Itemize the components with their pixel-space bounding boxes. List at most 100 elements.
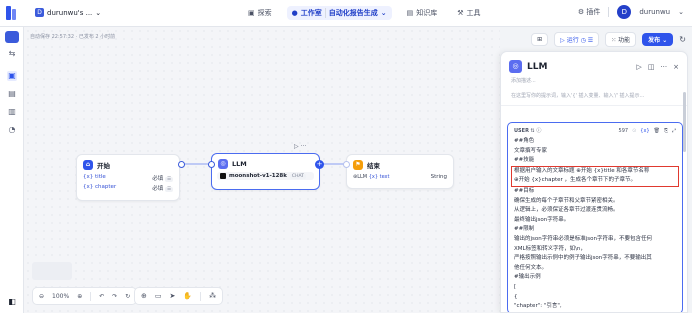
node-start[interactable]: ⌂ 开始 {x} title 必填 ☰ {x} chapter 必填 ☰ <box>76 154 180 201</box>
more-icon[interactable]: ··· <box>301 143 307 150</box>
chevron-down-icon: ⌄ <box>95 8 102 17</box>
nav-knowledge[interactable]: ▤ 知识库 <box>402 6 443 20</box>
node-actions[interactable]: ▷ ··· <box>294 143 306 150</box>
hand-icon[interactable]: ✋ <box>183 292 192 300</box>
tool-icon: ⚒ <box>457 9 464 17</box>
play-icon[interactable]: ▷ <box>294 143 299 150</box>
text-icon: ☰ <box>164 187 173 192</box>
user-prompt-editor[interactable]: USER ⇅ ⓘ 597 ⊙ {x} 🗑 ⎘ ⤢ ##角色 文章撰写专家 ##技… <box>507 122 683 312</box>
workspace-switcher[interactable]: D durunwu's ... ⌄ <box>35 8 101 17</box>
close-icon[interactable]: × <box>673 63 679 71</box>
moonshot-icon <box>220 173 226 179</box>
note-icon[interactable]: ▭ <box>155 292 162 300</box>
history-icon[interactable]: ↻ <box>679 35 686 44</box>
app-sidebar: ⇆ ▣ ▤ ▥ ◔ ◧ <box>0 27 24 313</box>
list-icon: ☰ <box>587 36 594 44</box>
model-selector[interactable]: moonshot-v1-128k CHAT <box>217 172 314 180</box>
panel-toggle-icon[interactable]: ◧ <box>7 297 17 307</box>
top-bar: D durunwu's ... ⌄ ▣ 探索 ● 工作室 自动化报告生成 ⌄ ▤ 知识库 … <box>0 0 692 27</box>
node-end[interactable]: ⚑ 结束 ⊛LLM {x} text String <box>346 154 454 189</box>
publish-button[interactable]: 发布 ⌄ <box>642 32 674 46</box>
expand-icon[interactable]: ⤢ <box>672 128 676 134</box>
end-output: ⊛LLM {x} text String <box>353 174 447 180</box>
text-icon: ☰ <box>164 177 173 182</box>
history-icon[interactable]: ↻ <box>125 293 130 300</box>
divider <box>324 8 326 18</box>
zoom-controls: ⊖ 100% ⊕ ↶ ↷ ↻ <box>32 287 138 305</box>
plugin-button[interactable]: ⚙ 插件 <box>578 7 601 17</box>
play-icon: ▷ <box>560 36 565 44</box>
llm-icon: ◎ <box>218 159 228 169</box>
grid-icon: ⊞ <box>537 35 543 43</box>
user-name[interactable]: durunwu <box>639 8 670 16</box>
zoom-out-icon[interactable]: ⊖ <box>39 293 44 300</box>
home-icon: ⌂ <box>83 160 93 170</box>
undo-icon[interactable]: ↶ <box>99 293 104 300</box>
feature-icon: ⁙ <box>611 36 617 44</box>
features-button[interactable]: ⁙ 功能 <box>605 31 637 47</box>
zoom-level[interactable]: 100% <box>52 293 69 300</box>
workflow-icon[interactable]: ▣ <box>7 71 17 81</box>
nav-studio[interactable]: ● 工作室 自动化报告生成 ⌄ <box>286 6 392 20</box>
monitor-icon[interactable]: ◔ <box>7 125 17 135</box>
end-input-port[interactable] <box>343 161 350 168</box>
annotation-icon[interactable]: ▥ <box>7 107 17 117</box>
env-button[interactable]: ⊞ <box>531 32 549 46</box>
token-count: 597 <box>618 127 629 134</box>
panel-scrollbar[interactable] <box>683 92 686 152</box>
run-button[interactable]: ▷ 运行 ◷ ☰ <box>554 31 600 47</box>
highlighted-variables: 根据用户输入的文章标题 ⊕开始 {x}title 和各章节名称 ⊕开始 {x}c… <box>511 165 679 187</box>
main-nav: ▣ 探索 ● 工作室 自动化报告生成 ⌄ ▤ 知识库 ⚒ 工具 <box>243 6 486 20</box>
logs-icon[interactable]: ▤ <box>7 89 17 99</box>
app-logo-icon[interactable] <box>6 6 19 20</box>
node-title: 结束 <box>367 162 380 170</box>
node-title: LLM <box>232 160 247 168</box>
add-node-tool-icon[interactable]: ⊕ <box>141 292 147 300</box>
llm-input-port[interactable] <box>208 161 215 168</box>
clock-icon: ◷ <box>580 36 586 44</box>
zoom-in-icon[interactable]: ⊕ <box>77 293 82 300</box>
user-area: ⚙ 插件 D durunwu ⌄ <box>578 5 684 19</box>
studio-icon: ● <box>291 9 298 17</box>
gear-icon: ⚙ <box>577 8 585 16</box>
workflow-canvas[interactable]: 自动保存 22:57:32 · 已发布 2 小时前 ⌂ 开始 {x} title 必… <box>24 27 500 313</box>
pointer-icon[interactable]: ➤ <box>170 292 176 300</box>
node-llm[interactable]: ◎ LLM moonshot-v1-128k CHAT <box>211 153 320 190</box>
llm-icon: ◎ <box>509 60 522 73</box>
collapse-icon[interactable]: ⇆ <box>7 49 17 59</box>
start-field-title: {x} title 必填 ☰ <box>83 174 173 182</box>
layout-icon[interactable]: ⁂ <box>209 292 216 300</box>
workspace-icon: D <box>35 8 44 17</box>
autosave-status: 自动保存 22:57:32 · 已发布 2 小时前 <box>30 34 116 40</box>
insert-variable-icon[interactable]: {x} <box>640 128 649 134</box>
description-input[interactable]: 添加描述... <box>501 75 687 86</box>
copy-icon[interactable]: ⎘ <box>664 128 668 134</box>
nav-explore[interactable]: ▣ 探索 <box>243 6 277 20</box>
flag-icon: ⚑ <box>353 160 363 170</box>
add-node-icon[interactable]: + <box>315 160 324 169</box>
help-icon[interactable]: ◫ <box>648 63 655 71</box>
prompt-header: USER ⇅ ⓘ 597 ⊙ {x} 🗑 ⎘ ⤢ <box>514 127 676 135</box>
node-title: 开始 <box>97 162 110 170</box>
nav-tools[interactable]: ⚒ 工具 <box>452 6 485 20</box>
panel-title[interactable]: LLM <box>527 62 547 72</box>
redo-icon[interactable]: ↷ <box>112 293 117 300</box>
minimap[interactable] <box>32 262 72 280</box>
explore-icon: ▣ <box>248 9 255 17</box>
delete-icon[interactable]: 🗑 <box>654 128 660 134</box>
divider <box>608 7 610 17</box>
info-icon: ⓘ <box>536 128 542 134</box>
switch-icon[interactable]: ⇅ <box>531 128 535 134</box>
llm-config-panel: ◎ LLM ▷ ◫ ··· × 添加描述... 在这里写你的提示词，输入'{' … <box>500 51 688 313</box>
start-field-chapter: {x} chapter 必填 ☰ <box>83 184 173 192</box>
start-output-port[interactable] <box>178 161 185 168</box>
app-icon[interactable] <box>5 31 19 43</box>
book-icon: ▤ <box>406 9 414 17</box>
jinja-toggle[interactable]: ⊙ <box>632 128 636 134</box>
chevron-down-icon: ⌄ <box>380 9 387 17</box>
avatar[interactable]: D <box>617 5 632 19</box>
play-icon[interactable]: ▷ <box>636 63 641 71</box>
system-prompt-preview[interactable]: 在这里写你的提示词，输入'{' 插入变量、输入'/' 插入提示... <box>501 86 687 106</box>
more-icon[interactable]: ··· <box>660 63 667 71</box>
workflow-toolbar: ⊞ ▷ 运行 ◷ ☰ ⁙ 功能 发布 ⌄ ↻ <box>500 27 692 51</box>
